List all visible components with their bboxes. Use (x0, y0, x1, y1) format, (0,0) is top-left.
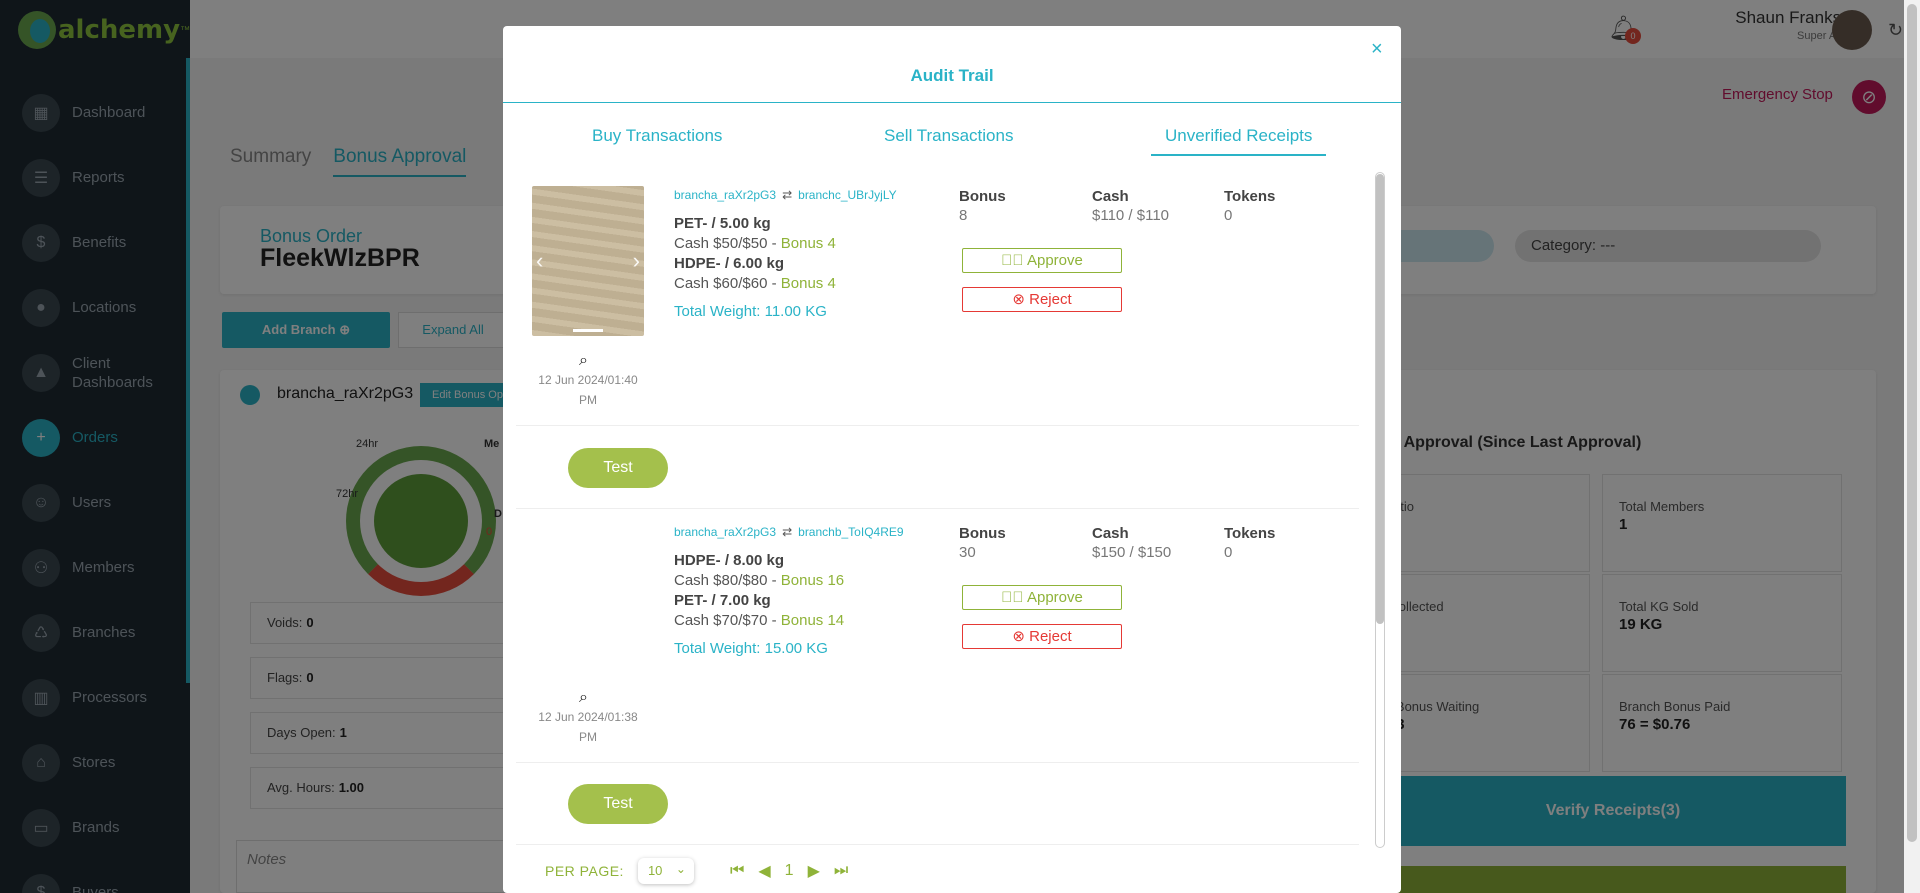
tab-unverified-receipts[interactable]: Unverified Receipts (1151, 126, 1327, 156)
next-page-icon[interactable]: ▶ (808, 861, 820, 881)
modal-scrollbar-thumb[interactable] (1376, 174, 1384, 624)
last-page-icon[interactable]: ⏭ (834, 862, 848, 880)
approve-label: Approve (1026, 589, 1083, 606)
line-bonus: Bonus 4 (780, 235, 836, 252)
line-cash-text: Cash $80/$80 - (674, 572, 781, 589)
reject-button[interactable]: ⊗ Reject (962, 624, 1122, 649)
cash-header: Cash (1092, 525, 1129, 542)
approve-label: Approve (1026, 252, 1083, 269)
x-circle-icon: ⊗ (1012, 628, 1030, 645)
bonus-header: Bonus (959, 188, 1006, 205)
receipt-date-line: 12 Jun 2024/01:40 (538, 373, 638, 387)
carousel-indicator[interactable] (573, 329, 603, 332)
line-bonus: Bonus 14 (780, 612, 845, 629)
line-material: PET- / 5.00 kg (674, 215, 771, 232)
close-icon[interactable]: × (1371, 38, 1383, 61)
zoom-icon[interactable]: ⌕ (579, 352, 588, 370)
total-weight: Total Weight: 15.00 KG (674, 640, 828, 657)
approve-button[interactable]: ✓⃝ Approve (962, 248, 1122, 273)
photo-texture (532, 186, 644, 336)
line-cash-text: Cash $60/$60 - (674, 275, 781, 292)
bonus-header: Bonus (959, 525, 1006, 542)
check-circle-icon: ✓⃝ (1001, 589, 1027, 606)
audit-trail-modal: × Audit Trail Buy Transactions Sell Tran… (503, 26, 1401, 893)
approve-button[interactable]: ✓⃝ Approve (962, 585, 1122, 610)
cash-header: Cash (1092, 188, 1129, 205)
route-to: branchb_ToIQ4RE9 (798, 525, 904, 539)
x-circle-icon: ⊗ (1012, 291, 1030, 308)
line-material: HDPE- / 8.00 kg (674, 552, 785, 569)
reject-label: Reject (1029, 628, 1072, 645)
receipt-lines: PET- / 5.00 kg Cash $50/$50 - Bonus 4 HD… (674, 214, 836, 322)
check-circle-icon: ✓⃝ (1001, 252, 1027, 269)
modal-divider (503, 102, 1401, 103)
page-scrollbar-thumb[interactable] (1907, 4, 1917, 842)
receipt-date: 12 Jun 2024/01:40 PM (532, 370, 644, 410)
pagination: PER PAGE: 10 ⌄ ⏮ ◀ 1 ▶ ⏭ (545, 856, 848, 886)
swap-icon: ⇄ (782, 188, 793, 202)
chevron-left-icon[interactable]: ‹ (536, 248, 543, 274)
bonus-value: 30 (959, 544, 976, 561)
tokens-value: 0 (1224, 544, 1233, 561)
tokens-value: 0 (1224, 207, 1233, 224)
receipt-time-line: PM (579, 393, 597, 407)
line-material: PET- / 7.00 kg (674, 592, 771, 609)
receipt-separator (516, 508, 1359, 509)
prev-page-icon[interactable]: ◀ (758, 861, 770, 881)
line-cash-text: Cash $50/$50 - (674, 235, 781, 252)
swap-icon: ⇄ (782, 525, 793, 539)
route-from: brancha_raXr2pG3 (674, 188, 777, 202)
per-page-select[interactable]: 10 ⌄ (637, 858, 694, 884)
route-from: brancha_raXr2pG3 (674, 525, 777, 539)
line-material: HDPE- / 6.00 kg (674, 255, 785, 272)
test-button[interactable]: Test (568, 784, 668, 824)
line-cash: Cash $80/$80 - Bonus 16 (674, 571, 844, 591)
line-bonus: Bonus 16 (780, 572, 845, 589)
tab-sell-transactions[interactable]: Sell Transactions (884, 126, 1013, 154)
tokens-header: Tokens (1224, 188, 1276, 205)
cash-value: $110 / $110 (1092, 207, 1170, 224)
first-page-icon[interactable]: ⏮ (730, 862, 744, 880)
tokens-header: Tokens (1224, 525, 1276, 542)
zoom-icon[interactable]: ⌕ (579, 689, 588, 707)
tab-buy-transactions[interactable]: Buy Transactions (592, 126, 722, 154)
receipt-separator (516, 762, 1359, 763)
line-cash-text: Cash $70/$70 - (674, 612, 781, 629)
line-cash: Cash $60/$60 - Bonus 4 (674, 274, 836, 294)
route-to: branchc_UBrJyjLY (798, 188, 897, 202)
receipt-date-line: 12 Jun 2024/01:38 (538, 710, 638, 724)
receipt-route: brancha_raXr2pG3 ⇄ branchb_ToIQ4RE9 (674, 525, 904, 539)
test-button[interactable]: Test (568, 448, 668, 488)
receipt-separator (516, 844, 1359, 845)
total-weight: Total Weight: 11.00 KG (674, 303, 827, 320)
line-cash: Cash $70/$70 - Bonus 14 (674, 611, 844, 631)
reject-button[interactable]: ⊗ Reject (962, 287, 1122, 312)
line-cash: Cash $50/$50 - Bonus 4 (674, 234, 836, 254)
current-page[interactable]: 1 (785, 862, 794, 880)
receipt-lines: HDPE- / 8.00 kg Cash $80/$80 - Bonus 16 … (674, 551, 844, 659)
receipt-photo[interactable]: ‹ › (532, 186, 644, 336)
reject-label: Reject (1029, 291, 1072, 308)
modal-title: Audit Trail (910, 66, 994, 85)
per-page-value: 10 (647, 863, 663, 878)
receipt-time-line: PM (579, 730, 597, 744)
receipt-date: 12 Jun 2024/01:38 PM (532, 707, 644, 747)
cash-value: $150 / $150 (1092, 544, 1172, 561)
receipt-route: brancha_raXr2pG3 ⇄ branchc_UBrJyjLY (674, 188, 897, 202)
receipt-separator (516, 425, 1359, 426)
line-bonus: Bonus 4 (780, 275, 836, 292)
chevron-right-icon[interactable]: › (633, 248, 640, 274)
per-page-label: PER PAGE: (545, 863, 624, 879)
chevron-down-icon: ⌄ (675, 862, 686, 876)
bonus-value: 8 (959, 207, 968, 224)
